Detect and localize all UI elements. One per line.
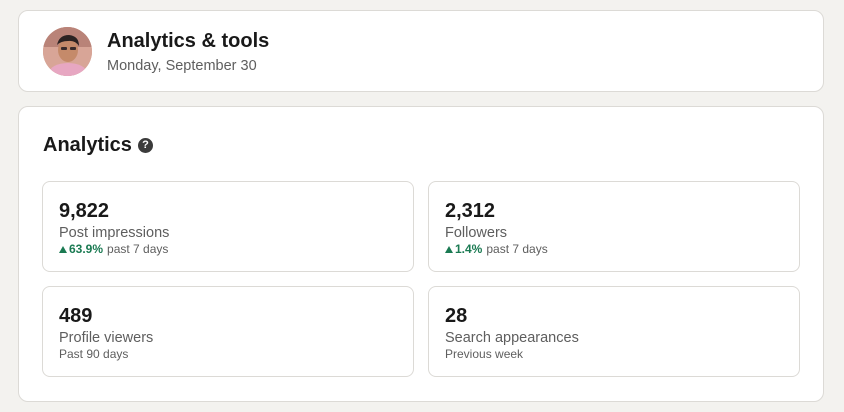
analytics-heading: Analytics ? bbox=[43, 134, 153, 157]
stat-trend: 63.9% past 7 days bbox=[59, 242, 168, 256]
analytics-title: Analytics bbox=[43, 134, 132, 156]
stat-label: Followers bbox=[445, 225, 508, 241]
stat-label: Search appearances bbox=[445, 330, 579, 346]
stat-value: 9,822 bbox=[59, 200, 110, 222]
stat-value: 2,312 bbox=[445, 200, 496, 222]
trend-up-icon bbox=[445, 245, 453, 253]
page-title: Analytics & tools bbox=[107, 30, 270, 52]
avatar-photo bbox=[43, 27, 92, 76]
avatar[interactable] bbox=[43, 27, 92, 76]
stat-period: Previous week bbox=[445, 347, 524, 361]
trend-percent: 1.4% bbox=[455, 242, 483, 256]
stat-tile-post-impressions[interactable]: 9,822 Post impressions 63.9% past 7 days bbox=[42, 181, 414, 272]
stat-value: 489 bbox=[59, 305, 93, 327]
stat-label: Profile viewers bbox=[59, 330, 154, 346]
trend-up-icon bbox=[59, 245, 67, 253]
stat-tile-profile-viewers[interactable]: 489 Profile viewers Past 90 days bbox=[42, 286, 414, 377]
stat-value: 28 bbox=[445, 305, 468, 327]
help-icon[interactable]: ? bbox=[137, 138, 153, 153]
stat-label: Post impressions bbox=[59, 225, 170, 241]
page-date: Monday, September 30 bbox=[107, 58, 257, 74]
stat-trend: 1.4% past 7 days bbox=[445, 242, 548, 256]
trend-period: past 7 days bbox=[486, 242, 548, 256]
trend-period: past 7 days bbox=[107, 242, 169, 256]
trend-percent: 63.9% bbox=[69, 242, 104, 256]
stat-period: Past 90 days bbox=[59, 347, 129, 361]
stat-tile-followers[interactable]: 2,312 Followers 1.4% past 7 days bbox=[428, 181, 800, 272]
stat-tile-search-appearances[interactable]: 28 Search appearances Previous week bbox=[428, 286, 800, 377]
analytics-card: Analytics ? 9,822 Post impressions 63.9%… bbox=[18, 106, 824, 402]
header-card: Analytics & tools Monday, September 30 bbox=[18, 10, 824, 92]
